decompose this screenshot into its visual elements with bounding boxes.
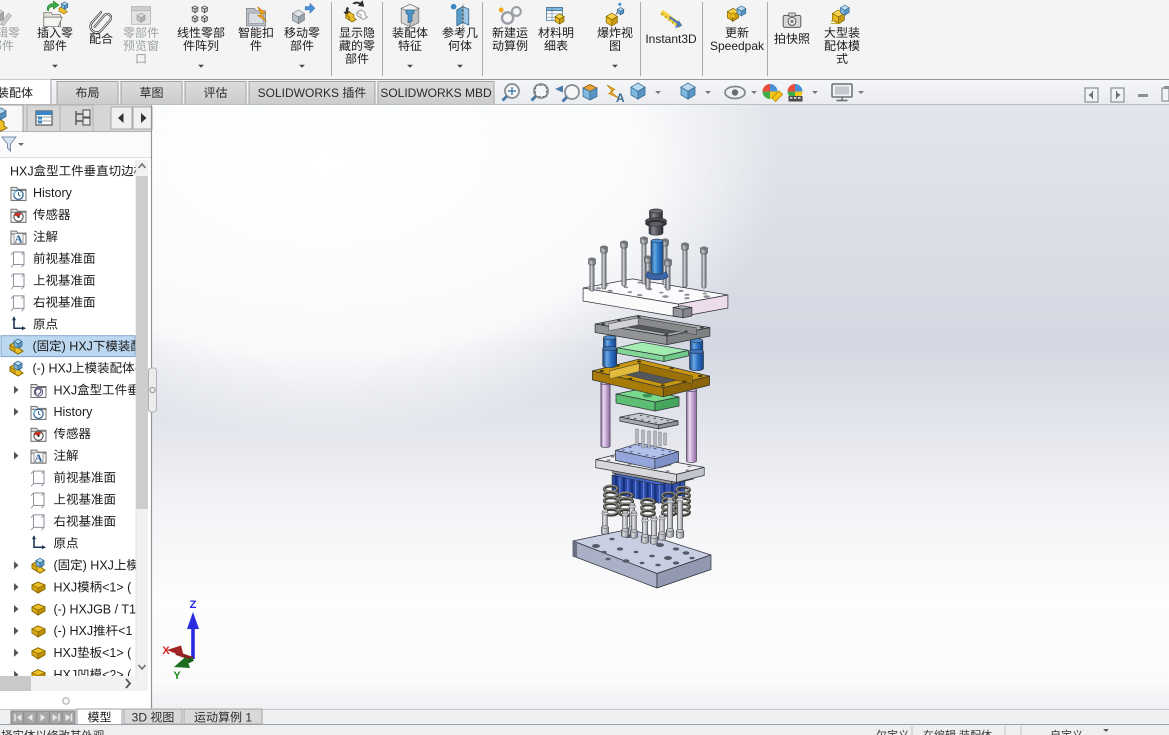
- svg-text:SOLIDWORKS: SOLIDWORKS: [258, 86, 343, 100]
- svg-text:) HXJ: ) HXJ: [62, 339, 93, 353]
- svg-text:A: A: [35, 452, 43, 464]
- svg-text:Z: Z: [190, 599, 197, 611]
- svg-text:) HXJ: ) HXJ: [83, 558, 114, 572]
- svg-text:<1: <1: [118, 624, 132, 638]
- svg-text:1: 1: [242, 711, 252, 725]
- svg-text:Speedpak: Speedpak: [710, 39, 765, 53]
- svg-text:A: A: [616, 91, 625, 105]
- svg-text:Y: Y: [173, 670, 181, 682]
- svg-text:HXJ: HXJ: [54, 383, 78, 397]
- svg-text:3D: 3D: [132, 711, 151, 725]
- svg-text:<1> (: <1> (: [102, 580, 132, 594]
- svg-text:X: X: [162, 645, 170, 657]
- svg-text:History: History: [54, 405, 94, 419]
- svg-text:HXJ: HXJ: [10, 164, 34, 178]
- svg-text:(-) HXJ: (-) HXJ: [54, 624, 94, 638]
- svg-text:SOLIDWORKS MBD: SOLIDWORKS MBD: [380, 86, 492, 100]
- svg-text:A: A: [15, 233, 23, 245]
- svg-text:Instant3D: Instant3D: [645, 32, 697, 46]
- svg-text:<1> (: <1> (: [102, 646, 132, 660]
- svg-text:HXJ: HXJ: [54, 646, 78, 660]
- svg-text:(-) HXJ: (-) HXJ: [33, 361, 73, 375]
- svg-text:History: History: [33, 186, 73, 200]
- svg-text:(-) HXJGB / T1: (-) HXJGB / T1: [54, 602, 136, 616]
- svg-text:HXJ: HXJ: [54, 580, 78, 594]
